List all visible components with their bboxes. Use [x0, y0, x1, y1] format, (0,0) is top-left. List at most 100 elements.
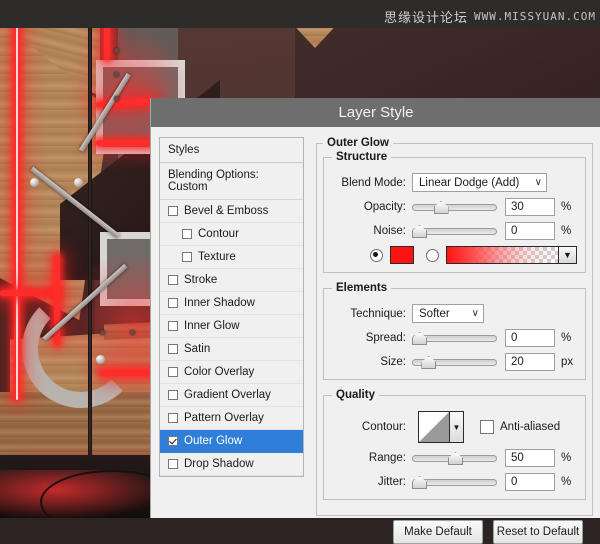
styles-list-item-outer-glow[interactable]: Outer Glow: [160, 430, 303, 453]
styles-list-item-inner-shadow[interactable]: Inner Shadow: [160, 292, 303, 315]
technique-select[interactable]: Softer ∨: [412, 304, 484, 323]
styles-list-item-color-overlay[interactable]: Color Overlay: [160, 361, 303, 384]
noise-row: Noise: 0 %: [332, 222, 577, 240]
contour-thumbnail-icon: [419, 412, 449, 442]
styles-list-item-label: Inner Glow: [184, 320, 240, 332]
blend-mode-select[interactable]: Linear Dodge (Add) ∨: [412, 173, 547, 192]
styles-panel: Styles Blending Options: Custom Bevel & …: [159, 137, 304, 477]
style-enable-checkbox[interactable]: [168, 298, 178, 308]
elements-legend: Elements: [332, 282, 391, 294]
styles-list-item-stroke[interactable]: Stroke: [160, 269, 303, 292]
technique-label: Technique:: [332, 308, 406, 320]
style-enable-checkbox[interactable]: [182, 229, 192, 239]
contour-picker[interactable]: ▼: [418, 411, 464, 443]
styles-list-item-label: Satin: [184, 343, 210, 355]
layer-style-dialog: Layer Style Styles Blending Options: Cus…: [150, 98, 600, 518]
dropdown-arrow-icon[interactable]: ▼: [558, 247, 576, 263]
anti-aliased-row[interactable]: Anti-aliased: [480, 420, 560, 434]
make-default-button[interactable]: Make Default: [393, 520, 483, 544]
style-enable-checkbox[interactable]: [168, 206, 178, 216]
size-input[interactable]: 20: [505, 353, 555, 371]
style-enable-checkbox[interactable]: [168, 275, 178, 285]
styles-list-item-satin[interactable]: Satin: [160, 338, 303, 361]
style-enable-checkbox[interactable]: [168, 413, 178, 423]
range-row: Range: 50 %: [332, 449, 577, 467]
noise-label: Noise:: [332, 225, 406, 237]
styles-panel-header[interactable]: Styles: [160, 138, 303, 163]
dialog-titlebar[interactable]: Layer Style: [151, 98, 600, 127]
technique-value: Softer: [419, 308, 450, 320]
spread-input[interactable]: 0: [505, 329, 555, 347]
dialog-footer: Make Default Reset to Default: [316, 516, 593, 544]
noise-unit: %: [561, 225, 577, 237]
bg-joint-ball: [96, 355, 105, 364]
style-enable-checkbox[interactable]: [168, 390, 178, 400]
watermark-cn: 思缘设计论坛: [384, 7, 468, 26]
jitter-label: Jitter:: [332, 476, 406, 488]
style-enable-checkbox[interactable]: [168, 367, 178, 377]
glow-color-swatch[interactable]: [390, 246, 414, 264]
styles-list-item-inner-glow[interactable]: Inner Glow: [160, 315, 303, 338]
jitter-slider[interactable]: [412, 475, 497, 489]
style-enable-checkbox[interactable]: [168, 344, 178, 354]
styles-list-item-pattern-overlay[interactable]: Pattern Overlay: [160, 407, 303, 430]
gradient-preview: [447, 247, 558, 263]
jitter-row: Jitter: 0 %: [332, 473, 577, 491]
slider-thumb[interactable]: [448, 452, 463, 465]
slider-thumb[interactable]: [412, 332, 427, 345]
slider-track: [412, 204, 497, 211]
jitter-input[interactable]: 0: [505, 473, 555, 491]
styles-list-item-bevel-emboss[interactable]: Bevel & Emboss: [160, 200, 303, 223]
bg-rivet: [114, 96, 119, 101]
noise-slider[interactable]: [412, 224, 497, 238]
styles-list-item-gradient-overlay[interactable]: Gradient Overlay: [160, 384, 303, 407]
slider-thumb[interactable]: [434, 201, 449, 214]
anti-aliased-checkbox[interactable]: [480, 420, 494, 434]
styles-list-item-drop-shadow[interactable]: Drop Shadow: [160, 453, 303, 476]
bg-rivet: [114, 72, 119, 77]
spread-row: Spread: 0 %: [332, 329, 577, 347]
blend-mode-value: Linear Dodge (Add): [419, 177, 519, 189]
dropdown-arrow-icon[interactable]: ▼: [449, 412, 463, 442]
style-enable-checkbox[interactable]: [168, 436, 178, 446]
color-fill-radio[interactable]: [370, 249, 383, 262]
chevron-down-icon: ∨: [472, 308, 479, 319]
range-slider[interactable]: [412, 451, 497, 465]
gradient-fill-radio[interactable]: [426, 249, 439, 262]
contour-row: Contour: ▼ Anti-aliased: [332, 411, 577, 443]
styles-list-item-label: Inner Shadow: [184, 297, 255, 309]
styles-list-item-label: Pattern Overlay: [184, 412, 264, 424]
spread-slider[interactable]: [412, 331, 497, 345]
spread-unit: %: [561, 332, 577, 344]
bg-rivet: [100, 330, 105, 335]
slider-thumb[interactable]: [412, 476, 427, 489]
slider-thumb[interactable]: [421, 356, 436, 369]
opacity-input[interactable]: 30: [505, 198, 555, 216]
elements-group: Elements Technique: Softer ∨ Spread:: [323, 282, 586, 380]
style-enable-checkbox[interactable]: [168, 321, 178, 331]
styles-list-item-contour[interactable]: Contour: [160, 223, 303, 246]
range-input[interactable]: 50: [505, 449, 555, 467]
styles-list-item-label: Stroke: [184, 274, 217, 286]
opacity-label: Opacity:: [332, 201, 406, 213]
styles-list-item-texture[interactable]: Texture: [160, 246, 303, 269]
noise-input[interactable]: 0: [505, 222, 555, 240]
reset-to-default-button[interactable]: Reset to Default: [493, 520, 583, 544]
opacity-row: Opacity: 30 %: [332, 198, 577, 216]
opacity-slider[interactable]: [412, 200, 497, 214]
bg-neon-tube: [0, 290, 60, 296]
style-enable-checkbox[interactable]: [168, 459, 178, 469]
bg-joint-ball: [74, 178, 83, 187]
blending-options-row[interactable]: Blending Options: Custom: [160, 163, 303, 200]
blend-mode-row: Blend Mode: Linear Dodge (Add) ∨: [332, 173, 577, 192]
style-enable-checkbox[interactable]: [182, 252, 192, 262]
glow-fill-row: ▼: [332, 246, 577, 264]
slider-thumb[interactable]: [412, 225, 427, 238]
styles-list-item-label: Drop Shadow: [184, 458, 254, 470]
styles-list-item-label: Texture: [198, 251, 236, 263]
outer-glow-legend: Outer Glow: [323, 137, 393, 149]
bg-rivet: [114, 48, 119, 53]
size-slider[interactable]: [412, 355, 497, 369]
glow-gradient-picker[interactable]: ▼: [446, 246, 577, 264]
structure-group: Structure Blend Mode: Linear Dodge (Add)…: [323, 151, 586, 273]
